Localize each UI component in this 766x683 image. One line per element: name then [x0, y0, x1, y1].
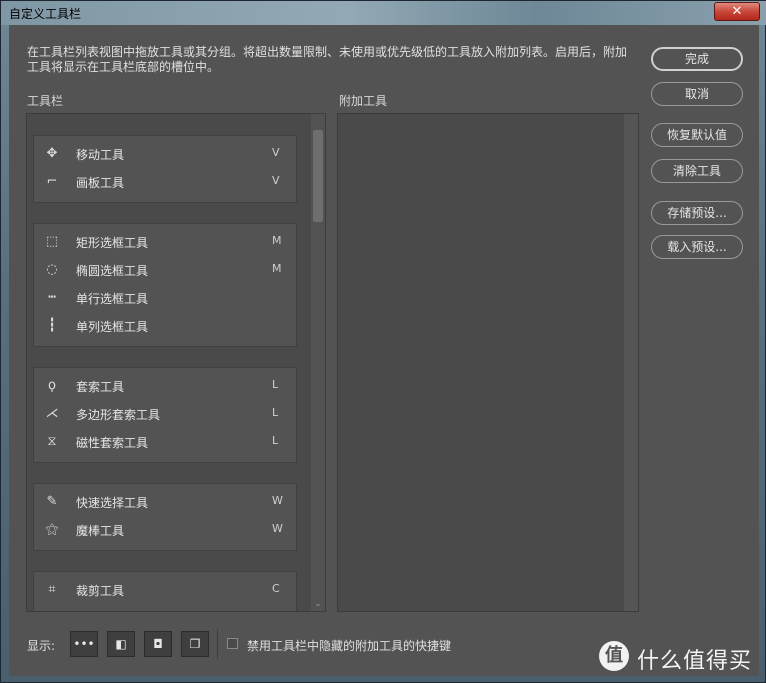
dialog-window: 自定义工具栏 ✕ 在工具栏列表视图中拖放工具或其分组。将超出数量限制、未使用或优… — [0, 0, 766, 683]
scrollbar-thumb[interactable] — [313, 130, 323, 222]
cancel-button[interactable]: 取消 — [651, 82, 743, 106]
tool-shortcut: V — [272, 146, 280, 159]
tool-item[interactable]: ✥ 移动工具 V — [34, 140, 296, 168]
toolbar-scrollbar[interactable]: ⌄ — [311, 114, 325, 611]
tool-group[interactable]: ϙ 套索工具 L ⋌ 多边形套索工具 L ⧖ 磁性套索工具 L — [33, 367, 297, 463]
tool-item[interactable]: ⧖ 磁性套索工具 L — [34, 428, 296, 456]
tool-item[interactable]: ⌗ 裁剪工具 C — [34, 576, 296, 604]
tool-name: 磁性套索工具 — [76, 436, 149, 450]
polygonal-lasso-icon: ⋌ — [45, 406, 59, 421]
tool-name: 快速选择工具 — [76, 496, 149, 510]
single-row-marquee-icon: ┅ — [48, 290, 56, 305]
divider — [217, 629, 218, 659]
scroll-down-icon[interactable]: ⌄ — [313, 599, 323, 609]
rect-marquee-icon: ⬚ — [45, 234, 59, 249]
tool-name: 透视裁剪工具 — [76, 610, 148, 611]
tool-shortcut: M — [272, 262, 282, 275]
magic-wand-icon: ⚝ — [45, 522, 59, 537]
restore-defaults-button[interactable]: 恢复默认值 — [651, 123, 743, 147]
tool-shortcut: L — [272, 434, 279, 447]
tool-item[interactable]: ⌐ 画板工具 V — [34, 168, 296, 196]
lasso-icon: ϙ — [48, 378, 56, 393]
watermark-text: 什么值得买 — [637, 649, 753, 674]
tool-item[interactable]: ⌗ 透视裁剪工具 C — [34, 604, 296, 611]
window-title: 自定义工具栏 — [9, 7, 82, 21]
load-preset-button[interactable]: 载入预设... — [651, 235, 743, 259]
tool-name: 椭圆选框工具 — [76, 264, 149, 278]
tool-item[interactable]: ϙ 套索工具 L — [34, 372, 296, 400]
disable-shortcuts-label[interactable]: 禁用工具栏中隐藏的附加工具的快捷键 — [247, 637, 451, 654]
tool-name: 矩形选框工具 — [76, 236, 149, 250]
watermark-logo-icon: 值 — [599, 641, 629, 671]
description-text: 在工具栏列表视图中拖放工具或其分组。将超出数量限制、未使用或优先级低的工具放入附… — [27, 45, 628, 74]
perspective-crop-icon: ⌗ — [44, 610, 60, 611]
tool-name: 裁剪工具 — [76, 584, 125, 598]
watermark: 值 什么值得买 — [599, 639, 766, 679]
tool-group[interactable]: ⌗ 裁剪工具 C ⌗ 透视裁剪工具 C — [33, 571, 297, 611]
tool-group[interactable]: ✎ 快速选择工具 W ⚝ 魔棒工具 W — [33, 483, 297, 551]
tool-shortcut: L — [272, 378, 279, 391]
tool-shortcut: W — [272, 494, 283, 507]
tool-shortcut: C — [272, 582, 280, 595]
tool-shortcut: C — [272, 610, 280, 611]
ellipse-marquee-icon: ◌ — [46, 262, 58, 277]
clear-tools-button[interactable]: 清除工具 — [651, 159, 743, 183]
tool-item[interactable]: ✎ 快速选择工具 W — [34, 488, 296, 516]
save-preset-button[interactable]: 存储预设... — [651, 201, 743, 225]
tool-name: 画板工具 — [76, 176, 125, 190]
done-button[interactable]: 完成 — [651, 47, 743, 71]
move-icon: ✥ — [46, 146, 58, 161]
dialog-body: 在工具栏列表视图中拖放工具或其分组。将超出数量限制、未使用或优先级低的工具放入附… — [9, 25, 759, 676]
tool-name: 魔棒工具 — [76, 524, 125, 538]
screen-mode-icon[interactable]: ❐ — [181, 631, 209, 657]
close-button[interactable]: ✕ — [714, 2, 760, 21]
disable-shortcuts-checkbox[interactable] — [227, 638, 238, 649]
tool-shortcut: V — [272, 174, 280, 187]
quick-selection-icon: ✎ — [46, 494, 58, 509]
tool-name: 多边形套索工具 — [76, 408, 161, 422]
fg-bg-color-icon[interactable]: ◧ — [107, 631, 135, 657]
extra-tools-panel[interactable] — [337, 113, 639, 612]
tool-item[interactable]: ┇ 单列选框工具 — [34, 312, 296, 340]
tool-group[interactable]: ✥ 移动工具 V ⌐ 画板工具 V — [33, 135, 297, 203]
more-dots-icon[interactable]: ••• — [70, 631, 98, 657]
tool-shortcut: W — [272, 522, 283, 535]
tool-name: 移动工具 — [76, 148, 125, 162]
toolbar-list-label: 工具栏 — [27, 94, 64, 108]
tool-name: 套索工具 — [76, 380, 125, 394]
tool-item[interactable]: ⋌ 多边形套索工具 L — [34, 400, 296, 428]
tool-item[interactable]: ⚝ 魔棒工具 W — [34, 516, 296, 544]
tool-shortcut: M — [272, 234, 282, 247]
show-label: 显示: — [27, 639, 56, 653]
artboard-icon: ⌐ — [46, 174, 58, 189]
tool-name: 单行选框工具 — [76, 292, 149, 306]
toolbar-list-panel[interactable]: ⌗ 裁剪工具 C ⌗ 透视裁剪工具 C ✎ 快速选择工具 W ⚝ 魔棒工具 Wϙ 套索工具 L ⋌ 多边形套索… — [26, 113, 326, 612]
title-bar[interactable]: 自定义工具栏 ✕ — [1, 1, 766, 25]
tool-shortcut: L — [272, 406, 279, 419]
tool-name: 单列选框工具 — [76, 320, 149, 334]
quick-mask-icon[interactable]: ◘ — [144, 631, 172, 657]
tool-item[interactable]: ◌ 椭圆选框工具 M — [34, 256, 296, 284]
tool-item[interactable]: ⬚ 矩形选框工具 M — [34, 228, 296, 256]
crop-icon: ⌗ — [48, 582, 56, 597]
single-column-marquee-icon: ┇ — [48, 318, 56, 333]
extra-tools-label: 附加工具 — [339, 94, 388, 108]
tool-group[interactable]: ⬚ 矩形选框工具 M ◌ 椭圆选框工具 M ┅ 单行选框工具 ┇ 单列选框工具 — [33, 223, 297, 347]
tool-item[interactable]: ┅ 单行选框工具 — [34, 284, 296, 312]
magnetic-lasso-icon: ⧖ — [47, 434, 57, 449]
